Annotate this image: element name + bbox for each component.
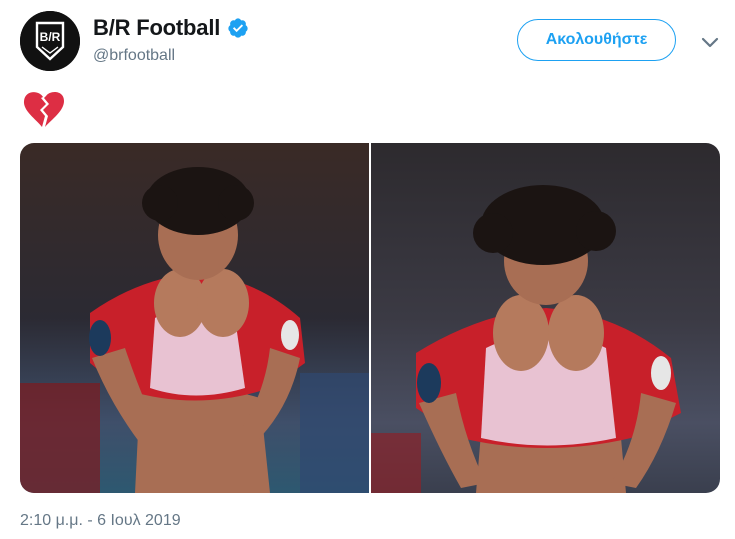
author-display-name[interactable]: B/R Football: [93, 15, 220, 41]
photo-player-wiping-face-right-icon: [371, 143, 720, 493]
tweet-photo-right[interactable]: [371, 143, 720, 493]
author-handle[interactable]: @brfootball: [93, 47, 175, 65]
broken-heart-icon: [23, 91, 64, 127]
svg-text:B/R: B/R: [40, 30, 61, 44]
br-logo-icon: B/R: [20, 11, 80, 71]
tweet-timestamp[interactable]: 2:10 μ.μ. - 6 Ιουλ 2019: [20, 512, 181, 530]
author-name-row[interactable]: B/R Football: [93, 15, 249, 41]
tweet-media-grid[interactable]: [20, 143, 720, 493]
follow-button[interactable]: Ακολουθήστε: [517, 19, 676, 61]
profile-avatar[interactable]: B/R: [20, 11, 80, 71]
photo-player-wiping-face-left-icon: [20, 143, 369, 493]
verified-badge-icon: [228, 18, 248, 38]
tweet-card: B/R B/R Football @brfootball Ακολουθήστε: [0, 0, 735, 539]
chevron-down-icon[interactable]: [698, 30, 722, 54]
tweet-photo-left[interactable]: [20, 143, 369, 493]
